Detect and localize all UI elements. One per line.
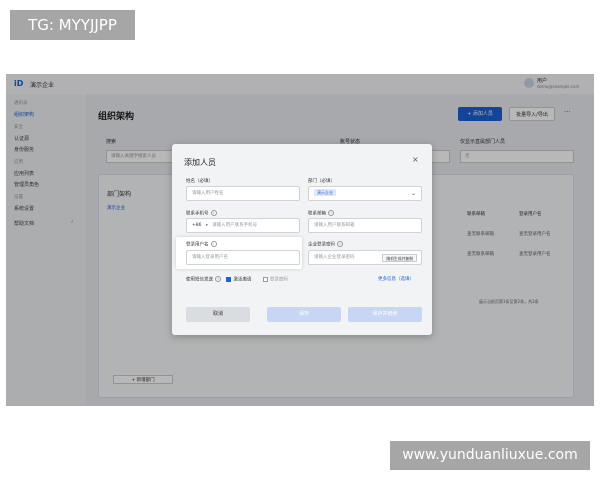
password-input[interactable]: 请输入企业登录密码 随机生成并复制 — [308, 250, 422, 265]
password-placeholder: 请输入企业登录密码 — [314, 255, 355, 260]
password-label: 企业登录密码? — [308, 241, 343, 248]
add-user-modal: 添加人员 × 姓名（必填） 请输入用户姓名 部门（必填） 演示企业 ⌄ 联系手机… — [172, 144, 432, 335]
name-input[interactable]: 请输入用户姓名 — [186, 186, 300, 201]
help-icon[interactable]: ? — [328, 210, 334, 216]
app-screenshot: iD 演示企业 用户 demo@example.com 通讯录 组织架构 安全 … — [6, 74, 594, 406]
help-icon[interactable]: ? — [210, 210, 217, 216]
chevron-down-icon: ⌄ — [410, 190, 416, 197]
email-label: 联系邮箱? — [308, 210, 334, 217]
close-icon[interactable]: × — [412, 155, 419, 164]
phone-placeholder: 请输入用户联系手机号 — [212, 223, 258, 228]
email-input[interactable]: 请输入用户联系邮箱 — [308, 218, 422, 233]
save-continue-button[interactable]: 保存并继续 — [348, 307, 422, 322]
phone-label: 联系手机号? — [186, 210, 217, 217]
password-option-label[interactable]: 登录密码 — [270, 278, 288, 283]
activate-label[interactable]: 激活邀请 — [233, 278, 251, 283]
help-icon[interactable]: ? — [215, 276, 221, 282]
username-label: 登录用户名? — [186, 241, 217, 248]
name-label: 姓名（必填） — [186, 179, 213, 184]
modal-title: 添加人员 — [184, 158, 216, 167]
dept-tag: 演示企业 — [314, 189, 336, 196]
help-icon[interactable]: ? — [337, 241, 343, 247]
dept-select[interactable]: 演示企业 ⌄ — [308, 186, 422, 201]
watermark-top-left: TG: MYYJJPP — [10, 10, 135, 40]
phone-input[interactable]: +86 ▾ 请输入用户联系手机号 — [186, 218, 300, 233]
caret-down-icon: ▾ — [205, 223, 208, 227]
save-button[interactable]: 保存 — [267, 307, 341, 322]
dept-label: 部门（必填） — [308, 179, 335, 184]
help-icon[interactable]: ? — [210, 241, 217, 247]
sms-row: 使用短信发送? 激活邀请 登录密码 — [186, 276, 288, 283]
sms-label: 使用短信发送 — [186, 277, 213, 283]
generate-password-button[interactable]: 随机生成并复制 — [382, 254, 417, 262]
cancel-button[interactable]: 取消 — [186, 307, 250, 322]
more-info-link[interactable]: 更多信息（选填） — [378, 276, 414, 282]
activate-checkbox[interactable] — [226, 276, 232, 282]
phone-prefix[interactable]: +86 — [192, 223, 202, 228]
password-checkbox[interactable] — [262, 276, 268, 282]
username-input[interactable]: 请输入登录用户名 — [186, 250, 300, 265]
watermark-bottom-right: www.yunduanliuxue.com — [390, 441, 590, 470]
